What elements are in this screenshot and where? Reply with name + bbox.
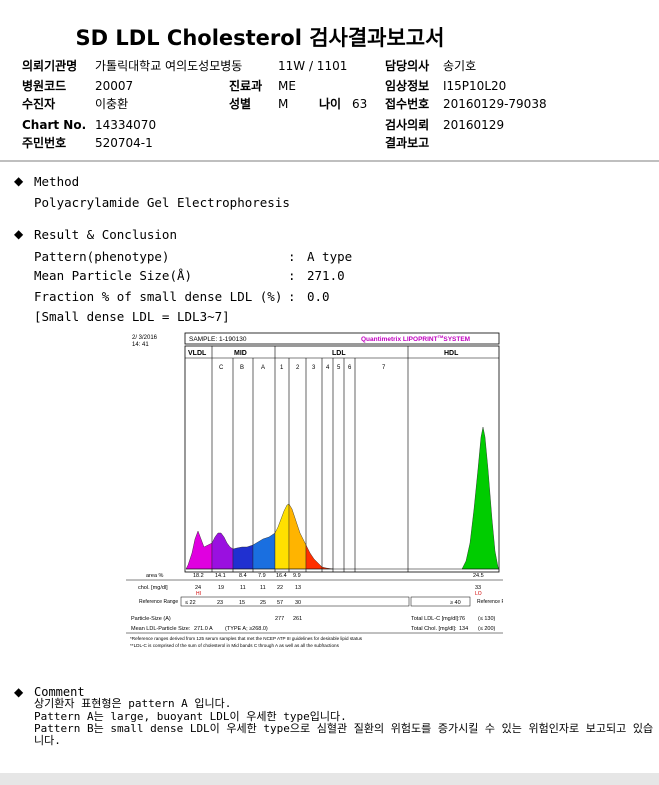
total-chol-ref: (≤ 200)	[478, 626, 496, 632]
area-value: 18.2	[193, 573, 204, 579]
hi-flag: HI	[196, 591, 201, 597]
id-value: 520704-1	[95, 136, 153, 150]
total-chol-value: 134	[459, 626, 468, 632]
sex-label: 성별	[229, 97, 252, 111]
chart-no-label: Chart No.	[22, 118, 87, 132]
chart-sample: SAMPLE: 1-190130	[189, 336, 247, 343]
hdl-ref: ≥ 40	[450, 600, 461, 606]
divider	[0, 160, 659, 162]
doctor-value: 송기호	[443, 59, 477, 73]
ward-value: 11W / 1101	[278, 59, 348, 73]
chart-no-value: 14334070	[95, 118, 157, 132]
institution-value: 가톨릭대학교 여의도성모병동	[95, 59, 243, 73]
hospital-code-value: 20007	[95, 79, 134, 93]
result-report-label: 결과보고	[385, 136, 430, 150]
area-value: 9.9	[293, 573, 301, 579]
total-ldl-label: Total LDL-C [mg/dl]:	[411, 616, 460, 622]
particle-value: 277	[275, 616, 284, 622]
sub-band-b: B	[240, 365, 244, 371]
mean-value: 271.0 A	[194, 626, 213, 632]
ref-value: 23	[217, 600, 223, 606]
band-mid: MID	[234, 350, 247, 357]
chol-value: 19	[218, 585, 224, 591]
request-value: 20160129	[443, 118, 505, 132]
comment-line-3: Pattern B는 small dense LDL이 우세한 type으로 심…	[34, 722, 654, 747]
fraction-label: Fraction % of small dense LDL (%)	[34, 289, 283, 304]
page-footer-bar	[0, 773, 659, 785]
chart-date: 2/ 3/2016	[132, 335, 158, 341]
peak-mid-b	[232, 544, 254, 570]
lipoprint-chart: 2/ 3/2016 14: 41 SAMPLE: 1-190130 Quanti…	[126, 329, 503, 655]
request-label: 검사의뢰	[385, 118, 430, 132]
size-label: Mean Particle Size(Å)	[34, 268, 193, 283]
clinical-value: I15P10L20	[443, 79, 507, 93]
pattern-value: A type	[307, 249, 353, 264]
type-value: (TYPE A; ≥268.0)	[225, 626, 268, 632]
department-value: ME	[278, 79, 296, 93]
mean-label: Mean LDL-Particle Size:	[131, 626, 191, 632]
chol-value: 13	[295, 585, 301, 591]
chol-value: 11	[240, 585, 246, 591]
doctor-label: 담당의사	[385, 59, 430, 73]
band-ldl: LDL	[332, 350, 346, 357]
id-label: 주민번호	[22, 136, 67, 150]
lo-flag: LO	[475, 591, 482, 597]
colon: :	[288, 249, 296, 264]
ref-value: 57	[277, 600, 283, 606]
ref-label-right: Reference Range	[477, 599, 503, 605]
particle-value: 261	[293, 616, 302, 622]
area-value: 8.4	[239, 573, 247, 579]
sub-band-c: C	[219, 365, 224, 371]
method-heading: Method	[34, 174, 80, 189]
small-dense-note: [Small dense LDL = LDL3~7]	[34, 309, 230, 324]
ref-value: 15	[239, 600, 245, 606]
diamond-icon: ◆	[14, 174, 24, 188]
size-value: 271.0	[307, 268, 345, 283]
colon: :	[288, 289, 296, 304]
sex-value: M	[278, 97, 289, 111]
comment-line-1: 상기환자 표현형은 pattern A 입니다.	[34, 697, 232, 710]
total-chol-label: Total Chol. [mg/dl]:	[411, 626, 457, 632]
ref-value: 30	[295, 600, 301, 606]
clinical-label: 임상정보	[385, 79, 430, 93]
area-value: 24.5	[473, 573, 484, 579]
total-ldl-ref: (≤ 130)	[478, 616, 496, 622]
area-value: 16.4	[276, 573, 287, 579]
age-value: 63	[352, 97, 368, 111]
area-value: 14.1	[215, 573, 226, 579]
diamond-icon: ◆	[14, 227, 24, 241]
diamond-icon: ◆	[14, 685, 24, 699]
total-ldl-value: 76	[459, 616, 465, 622]
particle-label: Particle-Size (A)	[131, 616, 171, 622]
ref-label: Reference Range	[139, 599, 178, 605]
fraction-value: 0.0	[307, 289, 330, 304]
footnote-2: **LDL-C is comprised of the sum of chole…	[130, 643, 340, 648]
chol-value: 11	[260, 585, 266, 591]
chart-time: 14: 41	[132, 342, 149, 348]
band-vldl: VLDL	[188, 350, 207, 357]
age-label: 나이	[319, 97, 342, 111]
ref-value: ≤ 22	[185, 600, 196, 606]
result-heading: Result & Conclusion	[34, 227, 177, 242]
chol-value: 22	[277, 585, 283, 591]
area-label: area %	[146, 573, 164, 579]
ref-value: 25	[260, 600, 266, 606]
area-value: 7.9	[258, 573, 266, 579]
report-title: SD LDL Cholesterol 검사결과보고서	[75, 26, 445, 50]
colon: :	[288, 268, 296, 283]
hospital-code-label: 병원코드	[22, 79, 67, 93]
receipt-label: 접수번호	[385, 97, 430, 111]
chol-label: chol. [mg/dl]	[138, 585, 168, 591]
footnote-1: *Reference ranges derived from 125 serum…	[130, 636, 363, 641]
patient-value: 이충환	[95, 97, 129, 111]
institution-label: 의뢰기관명	[22, 59, 78, 73]
pattern-label: Pattern(phenotype)	[34, 249, 170, 264]
receipt-value: 20160129-79038	[443, 97, 547, 111]
band-hdl: HDL	[444, 350, 459, 357]
department-label: 진료과	[229, 79, 263, 93]
method-text: Polyacrylamide Gel Electrophoresis	[34, 195, 290, 210]
patient-label: 수진자	[22, 97, 56, 111]
chart-brand: Quantimetrix LIPOPRINTTMSYSTEM	[361, 334, 470, 343]
sub-band-a: A	[261, 365, 265, 371]
